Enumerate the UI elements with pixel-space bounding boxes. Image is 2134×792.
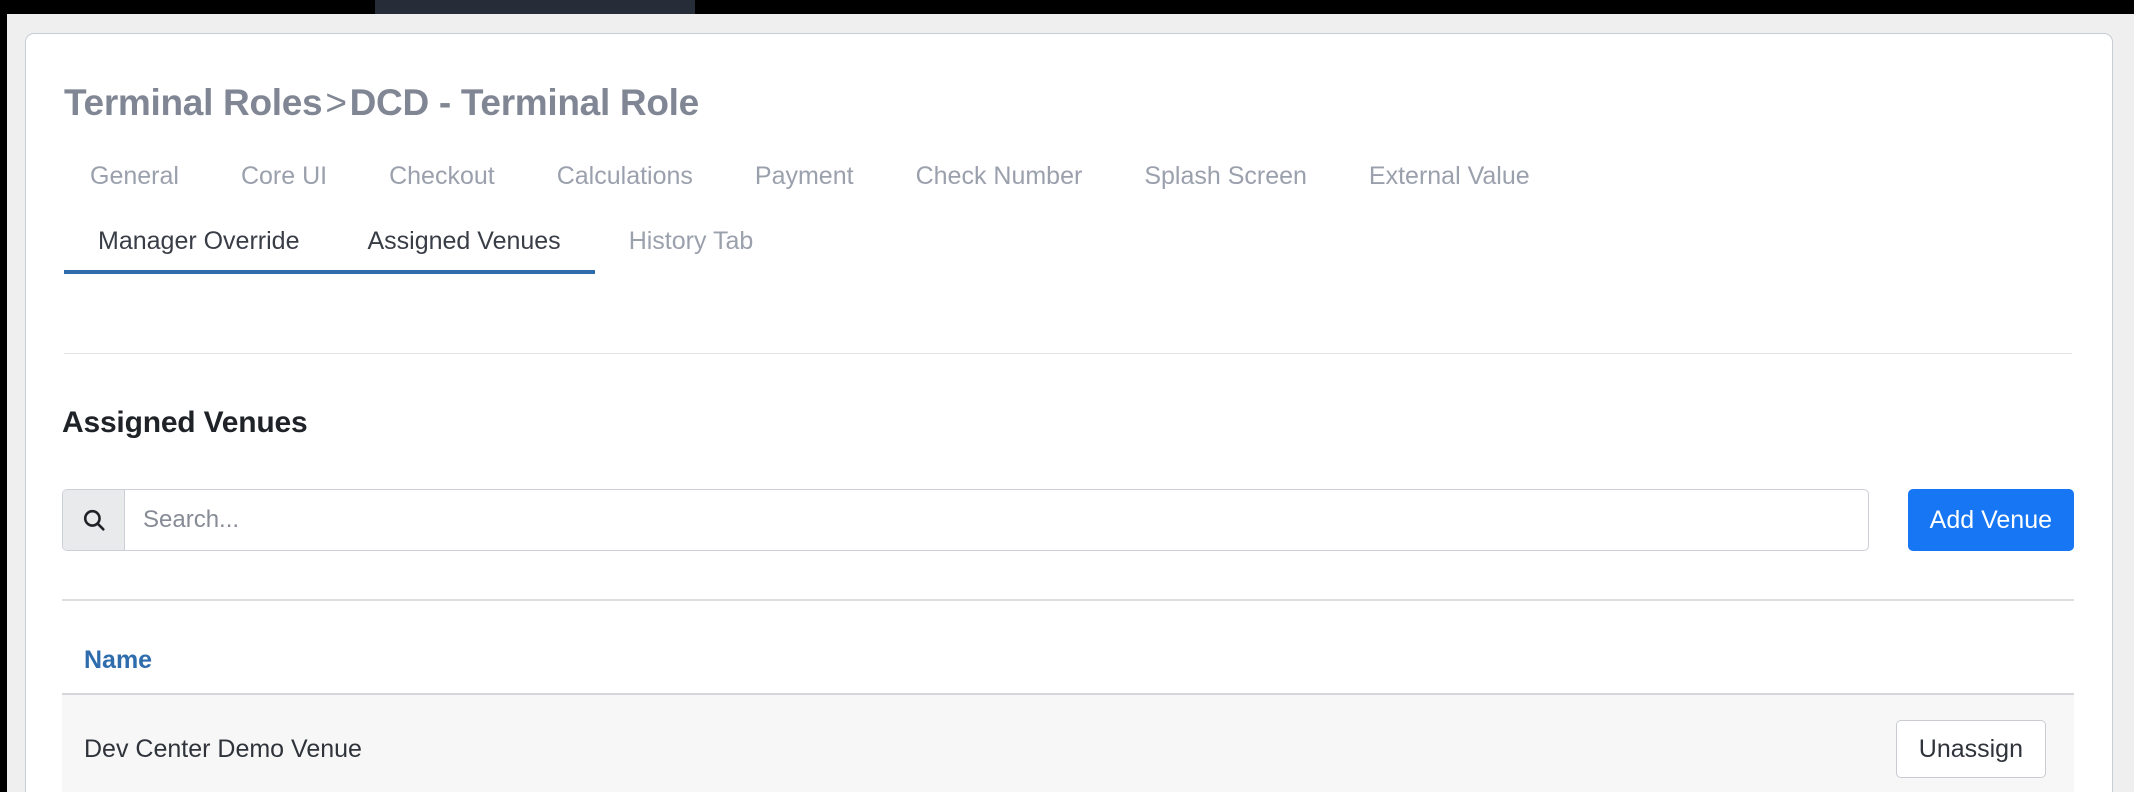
unassign-button[interactable]: Unassign [1895,720,2046,778]
tab-general[interactable]: General [90,162,179,201]
tab-bar: General Core UI Checkout Calculations Pa… [64,162,2084,274]
search-icon[interactable] [63,490,125,550]
tab-external-value[interactable]: External Value [1369,162,1530,201]
page-title: Assigned Venues [62,406,308,439]
breadcrumb-separator-icon: > [325,82,347,123]
column-header-name[interactable]: Name [84,646,152,675]
cell-venue-name: Dev Center Demo Venue [84,734,362,763]
content-card: Terminal Roles>DCD - Terminal Role Gener… [25,33,2113,792]
tab-assigned-venues[interactable]: Assigned Venues [333,227,595,274]
tab-bar-divider [64,353,2072,354]
table-header-row: Name [62,646,2074,695]
breadcrumb: Terminal Roles>DCD - Terminal Role [64,82,699,124]
breadcrumb-current: DCD - Terminal Role [349,82,700,123]
table-row: Dev Center Demo Venue Unassign [62,695,2074,792]
os-top-strip [0,0,2134,14]
search-input-group [62,489,1869,551]
app-screen: Terminal Roles>DCD - Terminal Role Gener… [0,0,2134,792]
tab-history-tab[interactable]: History Tab [595,227,788,274]
tab-row-primary: General Core UI Checkout Calculations Pa… [64,162,2084,201]
tab-payment[interactable]: Payment [755,162,854,201]
tab-manager-override[interactable]: Manager Override [64,227,334,274]
tab-splash-screen[interactable]: Splash Screen [1144,162,1307,201]
tab-check-number[interactable]: Check Number [916,162,1083,201]
browser-tab-strip-segment [375,0,695,14]
search-toolbar: Add Venue [62,489,2074,551]
tab-core-ui[interactable]: Core UI [241,162,327,201]
tab-row-secondary: Manager Override Assigned Venues History… [64,227,2084,274]
assigned-venues-table: Name Dev Center Demo Venue Unassign [62,646,2074,792]
search-input[interactable] [125,490,1868,550]
toolbar-divider [62,599,2074,601]
left-edge-rail [0,14,7,792]
tab-checkout[interactable]: Checkout [389,162,495,201]
breadcrumb-parent[interactable]: Terminal Roles [64,82,323,123]
tab-calculations[interactable]: Calculations [557,162,693,201]
add-venue-button[interactable]: Add Venue [1907,489,2074,551]
